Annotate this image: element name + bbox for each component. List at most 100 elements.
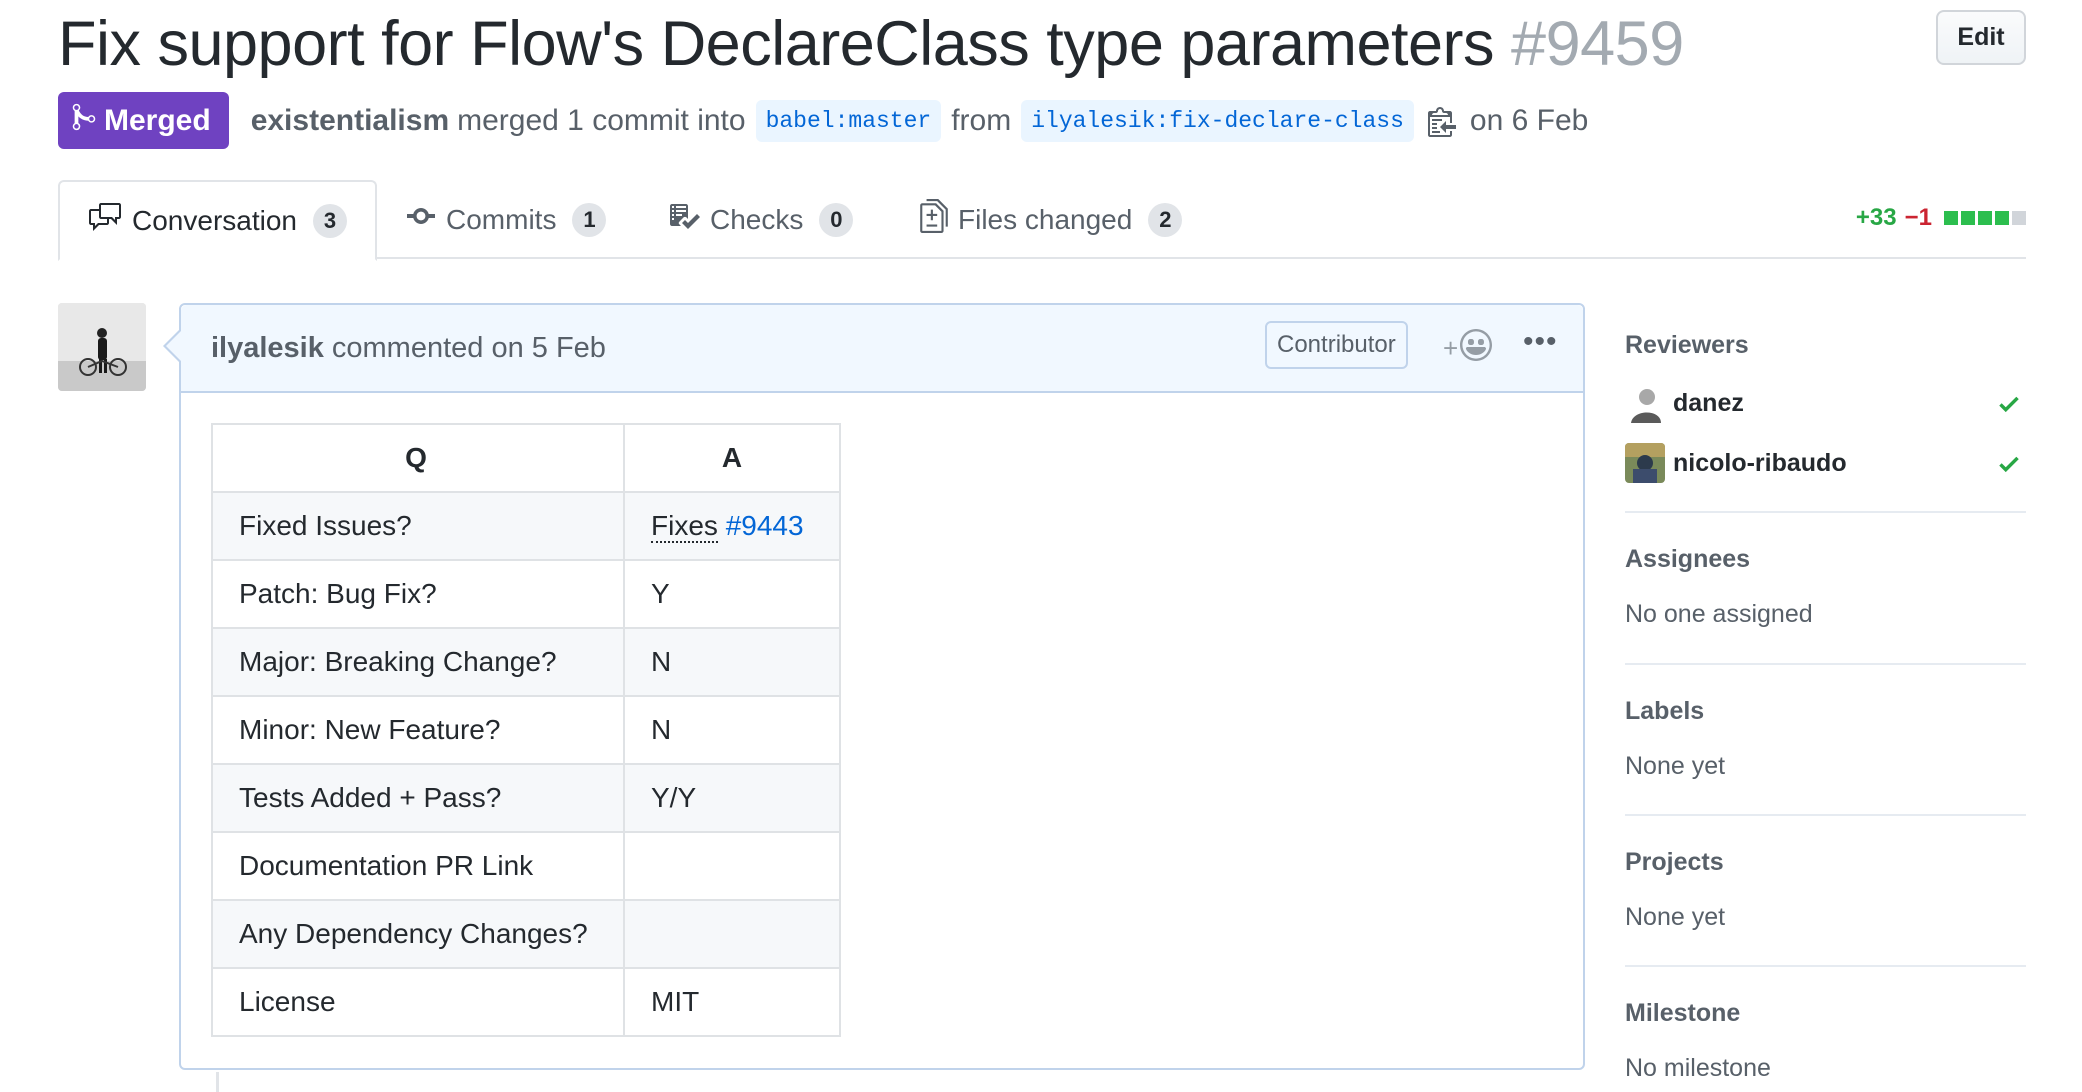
diffstat-block <box>1978 211 1992 225</box>
diffstat-block <box>1961 211 1975 225</box>
tab-conversation[interactable]: Conversation 3 <box>58 180 377 261</box>
git-merge-icon <box>72 102 96 140</box>
table-row: Major: Breaking Change? N <box>211 627 841 697</box>
diffstat-block <box>1995 211 2009 225</box>
table-header-row: Q A <box>211 423 841 493</box>
timeline-line <box>216 1072 219 1092</box>
table-row: Any Dependency Changes? <box>211 899 841 969</box>
tab-label: Files changed <box>958 203 1133 235</box>
comment-author-link[interactable]: ilyalesik <box>211 332 324 365</box>
milestone-heading[interactable]: Milestone <box>1625 999 1740 1028</box>
approved-check-icon <box>1996 391 2022 422</box>
projects-value: None yet <box>1625 903 1726 931</box>
comment-header: ilyalesik commented on 5 Feb Contributor… <box>181 305 1583 393</box>
assignees-value: No one assigned <box>1625 600 1813 628</box>
reviewer-name: danez <box>1673 388 1744 417</box>
labels-value: None yet <box>1625 752 1726 780</box>
table-cell-a: Y/Y <box>623 763 841 833</box>
diffstat-block <box>2012 211 2026 225</box>
avatar <box>1625 383 1665 423</box>
git-commit-icon <box>406 200 436 239</box>
tab-files-changed[interactable]: Files changed 2 <box>920 180 1183 259</box>
tab-label: Checks <box>710 203 804 235</box>
file-diff-icon <box>920 199 948 240</box>
diffstat-additions: +33 <box>1855 204 1897 231</box>
table-row: License MIT <box>211 967 841 1037</box>
table-cell-a <box>623 831 841 901</box>
diffstat-deletions: −1 <box>1904 204 1932 231</box>
merged-state-badge: Merged <box>58 92 229 149</box>
table-row: Patch: Bug Fix? Y <box>211 559 841 629</box>
merged-by-user-link[interactable]: existentialism <box>251 104 449 138</box>
table-cell-q: License <box>211 967 625 1037</box>
diffstat[interactable]: +33 −1 <box>1856 204 2026 232</box>
smiley-icon <box>1460 329 1493 368</box>
pr-title-text: Fix support for Flow's DeclareClass type… <box>58 9 1495 79</box>
checklist-icon <box>668 200 700 239</box>
sidebar-reviewers: Reviewers danez nicolo-ribaudo <box>1625 303 2026 513</box>
qa-table: Q A Fixed Issues? Fixes #9443 Patch: Bug… <box>211 423 841 1037</box>
contributor-badge: Contributor <box>1265 321 1408 369</box>
merge-text: merged 1 commit into <box>457 103 746 137</box>
table-row: Fixed Issues? Fixes #9443 <box>211 491 841 561</box>
table-header-q: Q <box>211 423 625 493</box>
comment-arrow-fill <box>166 331 181 361</box>
table-cell-q: Major: Breaking Change? <box>211 627 625 697</box>
tab-checks[interactable]: Checks 0 <box>668 180 854 259</box>
sidebar-projects: Projects None yet <box>1625 816 2026 967</box>
fixes-abbr: Fixes <box>651 510 718 543</box>
sidebar: Reviewers danez nicolo-ribaudo Assignees… <box>1625 303 2026 1092</box>
comment-timestamp[interactable]: commented on 5 Feb <box>332 332 606 365</box>
reviewer-item[interactable]: danez <box>1625 383 1744 423</box>
tab-counter: 3 <box>312 203 347 238</box>
tab-counter: 1 <box>572 202 607 237</box>
edit-button[interactable]: Edit <box>1936 10 2026 65</box>
table-cell-a: MIT <box>623 967 841 1037</box>
merge-date: on 6 Feb <box>1469 103 1589 137</box>
approved-check-icon <box>1996 451 2022 482</box>
table-cell-a: N <box>623 627 841 697</box>
diffstat-block <box>1944 211 1958 225</box>
milestone-value: No milestone <box>1625 1054 1771 1082</box>
comment-box: ilyalesik commented on 5 Feb Contributor… <box>179 303 1585 1070</box>
base-branch-link[interactable]: babel:master <box>755 99 942 142</box>
reaction-plus: + <box>1443 333 1459 363</box>
projects-heading[interactable]: Projects <box>1625 848 1724 877</box>
pr-title: Fix support for Flow's DeclareClass type… <box>58 6 1684 82</box>
comment-author-avatar[interactable] <box>58 303 146 391</box>
labels-heading[interactable]: Labels <box>1625 697 1704 726</box>
pr-number: #9459 <box>1511 9 1684 79</box>
sidebar-milestone: Milestone No milestone <box>1625 967 2026 1092</box>
sidebar-labels: Labels None yet <box>1625 665 2026 816</box>
table-cell-q: Patch: Bug Fix? <box>211 559 625 629</box>
reviewer-item[interactable]: nicolo-ribaudo <box>1625 443 1847 483</box>
reviewers-heading[interactable]: Reviewers <box>1625 331 1749 360</box>
tab-counter: 2 <box>1148 202 1183 237</box>
table-cell-a: Y <box>623 559 841 629</box>
head-branch-link[interactable]: ilyalesik:fix-declare-class <box>1021 99 1414 142</box>
clippy-copy-icon[interactable] <box>1427 105 1456 137</box>
pr-tabs: Conversation 3 Commits 1 Checks 0 Files … <box>58 180 2026 261</box>
table-cell-q: Minor: New Feature? <box>211 695 625 765</box>
table-row: Documentation PR Link <box>211 831 841 901</box>
table-row: Minor: New Feature? N <box>211 695 841 765</box>
table-cell-q: Tests Added + Pass? <box>211 763 625 833</box>
table-cell-a <box>623 899 841 969</box>
tab-commits[interactable]: Commits 1 <box>406 180 607 259</box>
table-row: Tests Added + Pass? Y/Y <box>211 763 841 833</box>
more-options-icon[interactable]: ••• <box>1523 325 1558 359</box>
table-cell-q: Documentation PR Link <box>211 831 625 901</box>
sidebar-assignees: Assignees No one assigned <box>1625 513 2026 665</box>
assignees-heading[interactable]: Assignees <box>1625 545 1750 574</box>
diffstat-bars <box>1944 211 2026 225</box>
tab-label: Commits <box>446 203 557 235</box>
avatar <box>1625 443 1665 483</box>
pr-meta: Merged existentialism merged 1 commit in… <box>58 92 1588 149</box>
issue-link[interactable]: #9443 <box>726 510 804 541</box>
merged-state-label: Merged <box>104 103 211 137</box>
table-cell-q: Any Dependency Changes? <box>211 899 625 969</box>
table-cell-q: Fixed Issues? <box>211 491 625 561</box>
add-reaction-button[interactable]: + <box>1443 329 1493 368</box>
from-text: from <box>951 103 1012 137</box>
tab-counter: 0 <box>819 202 854 237</box>
